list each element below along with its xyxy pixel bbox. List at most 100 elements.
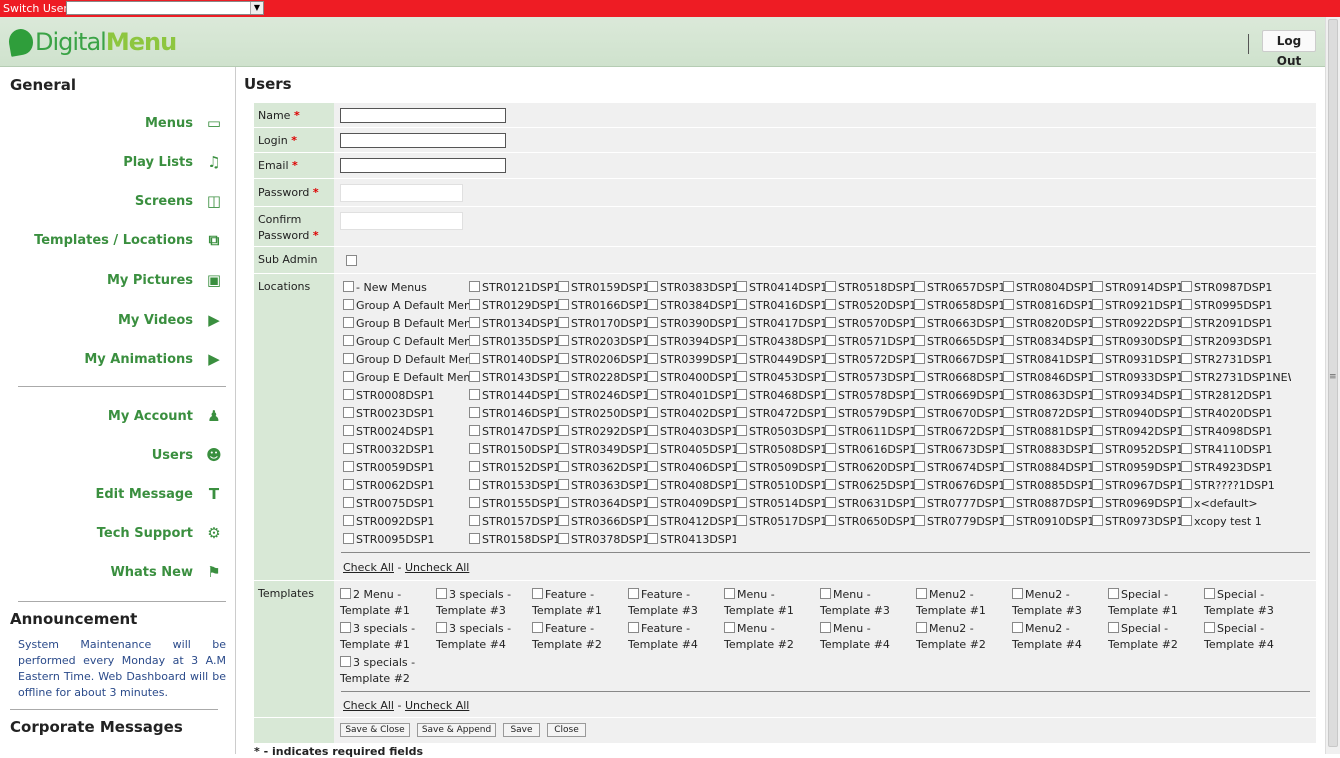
location-option[interactable]: STR0921DSP1 (1092, 299, 1181, 317)
sidebar-item-whats-new[interactable]: Whats New ⚑ (110, 560, 223, 584)
location-checkbox[interactable] (1003, 425, 1014, 436)
location-option[interactable]: STR0146DSP1 (469, 407, 558, 425)
location-option[interactable]: STR0620DSP1 (825, 461, 914, 479)
location-option[interactable]: STR0406DSP1 (647, 461, 736, 479)
location-checkbox[interactable] (647, 317, 658, 328)
location-option[interactable]: Group D Default Menu (343, 353, 469, 371)
location-checkbox[interactable] (558, 533, 569, 544)
location-checkbox[interactable] (1003, 281, 1014, 292)
save-close-button[interactable]: Save & Close (340, 723, 410, 737)
location-checkbox[interactable] (343, 533, 354, 544)
location-option[interactable]: STR4923DSP1 (1181, 461, 1291, 479)
location-option[interactable]: STR0153DSP1 (469, 479, 558, 497)
location-option[interactable]: STR0147DSP1 (469, 425, 558, 443)
template-option[interactable]: Special - Template #4 (1202, 621, 1298, 655)
location-checkbox[interactable] (343, 389, 354, 400)
location-option[interactable]: STR0673DSP1 (914, 443, 1003, 461)
location-option[interactable]: STR0973DSP1 (1092, 515, 1181, 533)
template-checkbox[interactable] (1108, 622, 1119, 633)
location-checkbox[interactable] (914, 335, 925, 346)
location-option[interactable]: STR0405DSP1 (647, 443, 736, 461)
location-checkbox[interactable] (469, 353, 480, 364)
location-checkbox[interactable] (914, 425, 925, 436)
location-checkbox[interactable] (1181, 281, 1192, 292)
location-checkbox[interactable] (469, 515, 480, 526)
location-option[interactable]: STR0931DSP1 (1092, 353, 1181, 371)
location-option[interactable]: STR0571DSP1 (825, 335, 914, 353)
location-checkbox[interactable] (558, 479, 569, 490)
templates-uncheck-all-link[interactable]: Uncheck All (405, 699, 469, 712)
location-option[interactable]: STR0846DSP1 (1003, 371, 1092, 389)
location-option[interactable]: STR4098DSP1 (1181, 425, 1291, 443)
location-option[interactable]: STR0863DSP1 (1003, 389, 1092, 407)
location-option[interactable]: STR0412DSP1 (647, 515, 736, 533)
location-option[interactable]: STR0140DSP1 (469, 353, 558, 371)
location-checkbox[interactable] (647, 335, 658, 346)
location-checkbox[interactable] (647, 515, 658, 526)
location-checkbox[interactable] (558, 353, 569, 364)
sidebar-item-templates-locations[interactable]: Templates / Locations ⧉ (34, 228, 223, 252)
location-checkbox[interactable] (343, 281, 354, 292)
location-option[interactable]: STR0032DSP1 (343, 443, 469, 461)
location-checkbox[interactable] (1092, 479, 1103, 490)
location-option[interactable]: STR2093DSP1 (1181, 335, 1291, 353)
location-option[interactable]: STR0885DSP1 (1003, 479, 1092, 497)
template-option[interactable]: Feature - Template #2 (530, 621, 626, 655)
template-option[interactable]: Menu - Template #4 (818, 621, 914, 655)
templates-check-all-link[interactable]: Check All (343, 699, 394, 712)
location-option[interactable]: STR0468DSP1 (736, 389, 825, 407)
location-checkbox[interactable] (1003, 353, 1014, 364)
location-option[interactable]: STR0578DSP1 (825, 389, 914, 407)
location-checkbox[interactable] (1181, 299, 1192, 310)
login-input[interactable] (340, 133, 506, 148)
location-checkbox[interactable] (343, 443, 354, 454)
location-checkbox[interactable] (1092, 335, 1103, 346)
sidebar-item-screens[interactable]: Screens ◫ (135, 189, 223, 213)
location-checkbox[interactable] (736, 299, 747, 310)
location-checkbox[interactable] (1181, 479, 1192, 490)
template-checkbox[interactable] (340, 588, 351, 599)
template-checkbox[interactable] (724, 622, 735, 633)
location-checkbox[interactable] (736, 317, 747, 328)
location-checkbox[interactable] (1181, 515, 1192, 526)
location-checkbox[interactable] (825, 389, 836, 400)
location-option[interactable]: STR0129DSP1 (469, 299, 558, 317)
template-checkbox[interactable] (820, 588, 831, 599)
logo[interactable]: Digital Menu (6, 27, 177, 57)
location-option[interactable]: STR0914DSP1 (1092, 281, 1181, 299)
location-checkbox[interactable] (1092, 389, 1103, 400)
location-option[interactable]: STR0417DSP1 (736, 317, 825, 335)
location-option[interactable]: STR0203DSP1 (558, 335, 647, 353)
location-option[interactable]: STR0394DSP1 (647, 335, 736, 353)
location-checkbox[interactable] (558, 281, 569, 292)
location-checkbox[interactable] (558, 299, 569, 310)
location-checkbox[interactable] (914, 479, 925, 490)
location-checkbox[interactable] (914, 389, 925, 400)
location-checkbox[interactable] (825, 281, 836, 292)
location-checkbox[interactable] (1181, 407, 1192, 418)
location-checkbox[interactable] (1181, 425, 1192, 436)
location-option[interactable]: - New Menus (343, 281, 469, 299)
location-option[interactable]: STR0934DSP1 (1092, 389, 1181, 407)
location-checkbox[interactable] (1003, 317, 1014, 328)
location-option[interactable]: STR0503DSP1 (736, 425, 825, 443)
template-option[interactable]: Menu - Template #3 (818, 587, 914, 621)
location-checkbox[interactable] (647, 407, 658, 418)
location-option[interactable]: STR0228DSP1 (558, 371, 647, 389)
location-option[interactable]: STR0364DSP1 (558, 497, 647, 515)
location-checkbox[interactable] (1092, 497, 1103, 508)
template-option[interactable]: 2 Menu - Template #1 (338, 587, 434, 621)
location-checkbox[interactable] (825, 353, 836, 364)
location-option[interactable]: STR0403DSP1 (647, 425, 736, 443)
location-checkbox[interactable] (1181, 371, 1192, 382)
location-checkbox[interactable] (825, 443, 836, 454)
location-option[interactable]: STR0987DSP1 (1181, 281, 1291, 299)
location-option[interactable]: Group E Default Menu (343, 371, 469, 389)
location-checkbox[interactable] (736, 281, 747, 292)
location-option[interactable]: STR0453DSP1 (736, 371, 825, 389)
template-option[interactable]: Feature - Template #4 (626, 621, 722, 655)
template-option[interactable]: Menu2 - Template #2 (914, 621, 1010, 655)
location-checkbox[interactable] (469, 479, 480, 490)
location-checkbox[interactable] (469, 389, 480, 400)
location-checkbox[interactable] (825, 407, 836, 418)
